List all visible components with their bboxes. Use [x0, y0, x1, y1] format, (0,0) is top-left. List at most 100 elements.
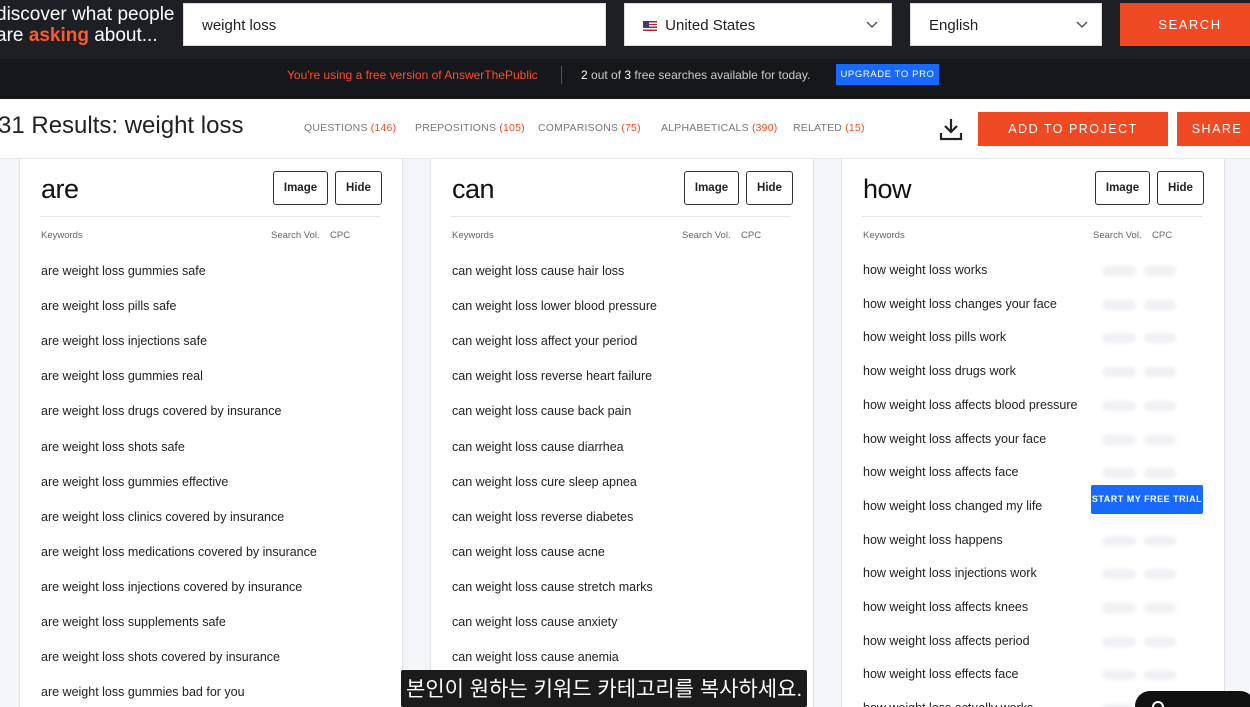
keyword-item[interactable]: how weight loss affects period [863, 634, 1030, 648]
language-select[interactable]: English [910, 3, 1102, 46]
tab-questions[interactable]: QUESTIONS (146) [304, 122, 396, 134]
keyword-item[interactable]: are weight loss gummies safe [41, 264, 206, 278]
keyword-item[interactable]: how weight loss affects face [863, 465, 1018, 479]
tab-alphabeticals[interactable]: ALPHABETICALS (390) [661, 122, 777, 134]
free-version-notice: You're using a free version of AnswerThe… [0, 59, 1250, 99]
image-button[interactable]: Image [1095, 171, 1150, 205]
keyword-item[interactable]: are weight loss gummies effective [41, 475, 228, 489]
keyword-item[interactable]: how weight loss happens [863, 533, 1003, 547]
search-volume-locked [1102, 333, 1136, 343]
keyword-item[interactable]: are weight loss supplements safe [41, 615, 226, 629]
tab-count: (146) [370, 122, 397, 134]
keyword-item[interactable]: how weight loss affects knees [863, 600, 1028, 614]
cpc-locked [1144, 569, 1176, 579]
search-input[interactable]: weight loss [183, 3, 606, 46]
cpc-locked [1144, 637, 1176, 647]
keyword-item[interactable]: can weight loss cause diarrhea [452, 440, 624, 454]
share-button[interactable]: SHARE [1177, 112, 1250, 146]
language-value: English [929, 17, 979, 34]
keyword-item[interactable]: can weight loss reverse diabetes [452, 510, 633, 524]
keyword-item[interactable]: how weight loss changes your face [863, 297, 1057, 311]
keyword-item[interactable]: can weight loss cause back pain [452, 404, 631, 418]
chevron-down-icon [1076, 21, 1088, 29]
cpc-locked [1144, 401, 1176, 411]
search-volume-locked [1102, 637, 1136, 647]
keyword-item[interactable]: can weight loss reverse heart failure [452, 369, 652, 383]
add-to-project-button[interactable]: ADD TO PROJECT [978, 112, 1168, 146]
keyword-item[interactable]: can weight loss cause anemia [452, 650, 619, 664]
keyword-item[interactable]: are weight loss gummies real [41, 369, 203, 383]
tagline-line2: are asking about... [0, 25, 176, 46]
download-icon[interactable] [938, 116, 964, 142]
keyword-item[interactable]: are weight loss injections covered by in… [41, 580, 302, 594]
column-title: can [452, 174, 495, 204]
keywords-header: Keywords [863, 230, 905, 241]
cpc-locked [1144, 333, 1176, 343]
tab-label: PREPOSITIONS [415, 122, 497, 134]
country-select[interactable]: United States [624, 3, 892, 46]
cpc-header: CPC [741, 230, 762, 241]
start-free-trial-button[interactable]: START MY FREE TRIAL [1091, 485, 1203, 514]
search-volume-locked [1102, 603, 1136, 613]
keyword-item[interactable]: how weight loss drugs work [863, 364, 1016, 378]
tagline-line1: discover what people [0, 4, 175, 25]
searches-remaining: 2 out of 3 free searches available for t… [581, 68, 810, 82]
keyword-item[interactable]: are weight loss shots safe [41, 440, 185, 454]
keyword-item[interactable]: can weight loss cause hair loss [452, 264, 624, 278]
keyword-item[interactable]: can weight loss cure sleep apnea [452, 475, 637, 489]
keyword-item[interactable]: how weight loss injections work [863, 566, 1037, 580]
tab-prepositions[interactable]: PREPOSITIONS (105) [415, 122, 525, 134]
column-can: can Image Hide Keywords Search Vol. CPC … [430, 159, 814, 707]
keyword-item[interactable]: are weight loss clinics covered by insur… [41, 510, 284, 524]
keyword-item[interactable]: how weight loss changed my life [863, 499, 1042, 513]
widget-icon [1152, 701, 1164, 707]
tab-comparisons[interactable]: COMPARISONS (75) [538, 122, 641, 134]
image-button[interactable]: Image [273, 171, 328, 205]
tab-label: RELATED [793, 122, 843, 134]
search-volume-locked [1102, 300, 1136, 310]
keyword-item[interactable]: are weight loss shots covered by insuran… [41, 650, 280, 664]
tab-label: QUESTIONS [304, 122, 368, 134]
cpc-locked [1144, 536, 1176, 546]
video-subtitle: 본인이 원하는 키워드 카테고리를 복사하세요. [401, 670, 808, 707]
tab-related[interactable]: RELATED (15) [793, 122, 865, 134]
tab-count: (75) [621, 122, 641, 134]
tagline-suffix: about... [88, 25, 158, 46]
keyword-item[interactable]: can weight loss cause anxiety [452, 615, 617, 629]
cpc-locked [1144, 670, 1176, 680]
free-version-text: You're using a free version of AnswerThe… [287, 68, 538, 82]
hide-button[interactable]: Hide [335, 171, 382, 205]
divider [862, 216, 1202, 217]
keyword-item[interactable]: are weight loss gummies bad for you [41, 685, 245, 699]
keyword-item[interactable]: can weight loss cause stretch marks [452, 580, 653, 594]
search-volume-locked [1102, 569, 1136, 579]
keyword-item[interactable]: how weight loss actually works [863, 701, 1033, 707]
keyword-item[interactable]: are weight loss drugs covered by insuran… [41, 404, 281, 418]
hide-button[interactable]: Hide [1157, 171, 1204, 205]
divider [40, 216, 380, 217]
column-how: how Image Hide Keywords Search Vol. CPC … [841, 159, 1225, 707]
tab-count: (105) [499, 122, 525, 134]
keyword-item[interactable]: are weight loss medications covered by i… [41, 545, 317, 559]
searches-out-of: out of [587, 68, 625, 82]
search-volume-locked [1102, 435, 1136, 445]
keywords-header: Keywords [41, 230, 83, 241]
keyword-item[interactable]: how weight loss works [863, 263, 987, 277]
image-button[interactable]: Image [684, 171, 739, 205]
search-volume-locked [1102, 401, 1136, 411]
upgrade-to-pro-button[interactable]: UPGRADE TO PRO [836, 64, 939, 85]
keyword-item[interactable]: can weight loss cause acne [452, 545, 605, 559]
hide-button[interactable]: Hide [746, 171, 793, 205]
search-button[interactable]: SEARCH [1120, 3, 1250, 46]
keyword-item[interactable]: can weight loss affect your period [452, 334, 637, 348]
cpc-locked [1144, 300, 1176, 310]
keyword-item[interactable]: how weight loss affects blood pressure [863, 398, 1077, 412]
keyword-item[interactable]: are weight loss pills safe [41, 299, 176, 313]
tab-count: (390) [751, 122, 778, 134]
keyword-item[interactable]: can weight loss lower blood pressure [452, 299, 657, 313]
keyword-item[interactable]: how weight loss effects face [863, 667, 1018, 681]
tagline-accent: asking [28, 25, 89, 46]
keyword-item[interactable]: how weight loss affects your face [863, 432, 1046, 446]
keyword-item[interactable]: how weight loss pills work [863, 330, 1006, 344]
keyword-item[interactable]: are weight loss injections safe [41, 334, 207, 348]
